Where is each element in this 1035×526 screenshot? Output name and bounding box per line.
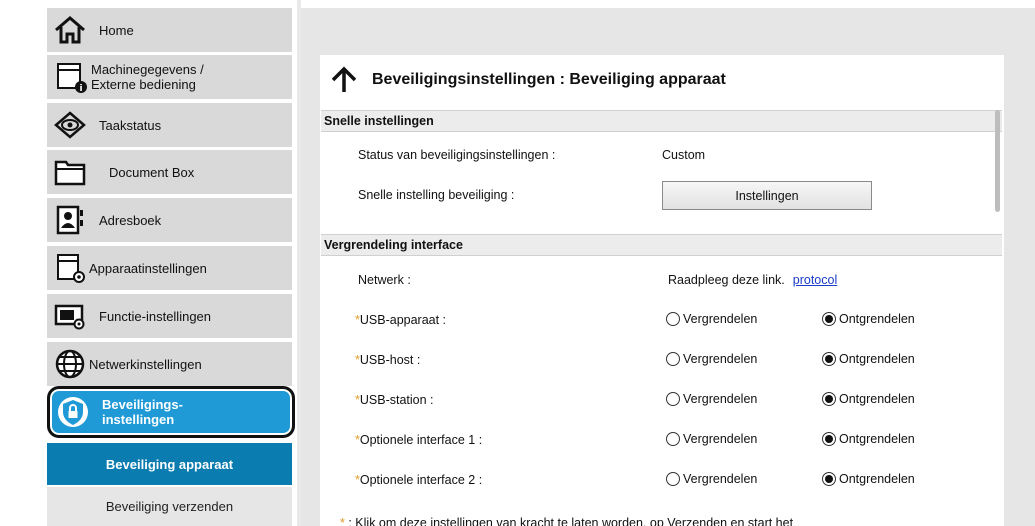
interface-row-text: USB-station :: [359, 393, 434, 407]
network-hint-text: Raadpleeg deze link.: [668, 273, 785, 287]
radio-circle[interactable]: [822, 472, 836, 486]
sidebar-item-label: Beveiligings-instellingen: [102, 397, 183, 427]
radio-label: Vergrendelen: [683, 432, 758, 446]
radio-label: Vergrendelen: [683, 312, 758, 326]
radio-lock[interactable]: Vergrendelen: [666, 312, 757, 326]
radio-unlock[interactable]: Ontgrendelen: [822, 432, 915, 446]
home-icon: [51, 12, 89, 48]
sidebar-item-home[interactable]: Home: [47, 8, 292, 52]
interface-row-text: Optionele interface 1 :: [359, 433, 483, 447]
required-marker: *: [340, 516, 345, 526]
radio-circle[interactable]: [822, 432, 836, 446]
interface-row-text: USB-host :: [359, 353, 421, 367]
scrollbar-thumb[interactable]: [995, 110, 1000, 212]
interface-row-label: *Optionele interface 2 :: [355, 473, 482, 487]
arrow-up-icon[interactable]: [330, 66, 358, 94]
interface-row-label: *USB-apparaat :: [355, 313, 446, 327]
security-status-value: Custom: [662, 148, 706, 162]
sidebar-item-device-settings[interactable]: Apparaatinstellingen: [47, 246, 292, 290]
radio-lock[interactable]: Vergrendelen: [666, 432, 757, 446]
radio-circle[interactable]: [822, 312, 836, 326]
sidebar-subitem-device-security[interactable]: Beveiliging apparaat: [47, 443, 292, 485]
radio-unlock[interactable]: Ontgrendelen: [822, 352, 915, 366]
sidebar-item-network-settings[interactable]: Netwerkinstellingen: [47, 342, 292, 386]
sidebar-item-label: Adresboek: [99, 212, 162, 228]
radio-label: Vergrendelen: [683, 472, 758, 486]
interface-row-text: Optionele interface 2 :: [359, 473, 483, 487]
interface-row-text: USB-apparaat :: [359, 313, 447, 327]
radio-circle[interactable]: [666, 312, 680, 326]
address-book-icon: [51, 202, 89, 238]
function-settings-icon: [51, 298, 89, 334]
radio-lock[interactable]: Vergrendelen: [666, 352, 757, 366]
radio-circle[interactable]: [822, 392, 836, 406]
globe-icon: [51, 346, 89, 382]
eye-icon: [51, 107, 89, 143]
radio-label: Ontgrendelen: [839, 472, 915, 486]
radio-lock[interactable]: Vergrendelen: [666, 472, 757, 486]
interface-row-label: *Optionele interface 1 :: [355, 433, 482, 447]
sidebar-item-label: Functie-instellingen: [99, 308, 212, 324]
sidebar-item-label: Machinegegevens / Externe bediening: [91, 62, 204, 92]
radio-label: Vergrendelen: [683, 392, 758, 406]
radio-label: Ontgrendelen: [839, 312, 915, 326]
radio-circle[interactable]: [666, 472, 680, 486]
sidebar-item-document-box[interactable]: Document Box: [47, 150, 292, 194]
settings-button[interactable]: Instellingen: [662, 181, 872, 210]
radio-circle[interactable]: [822, 352, 836, 366]
sidebar-item-label: Apparaatinstellingen: [89, 260, 207, 276]
section-header-interface-lock: Vergrendeling interface: [321, 234, 1002, 256]
sidebar-subitem-send-security[interactable]: Beveiliging verzenden: [47, 487, 292, 526]
radio-label: Ontgrendelen: [839, 432, 915, 446]
sidebar-item-security-settings[interactable]: Beveiligings-instellingen: [47, 386, 295, 438]
quick-security-label: Snelle instelling beveiliging :: [358, 188, 515, 202]
sidebar: Home i Machinegegevens / Externe bedienin…: [0, 0, 297, 526]
sidebar-item-label: Netwerkinstellingen: [89, 356, 202, 372]
radio-label: Ontgrendelen: [839, 392, 915, 406]
shield-lock-icon: [54, 394, 92, 430]
sidebar-item-job-status[interactable]: Taakstatus: [47, 103, 292, 147]
radio-label: Vergrendelen: [683, 352, 758, 366]
security-status-label: Status van beveiligingsinstellingen :: [358, 148, 556, 162]
sidebar-item-label: Home: [99, 22, 134, 38]
machine-info-icon: i: [51, 59, 89, 95]
section-header-quick-settings: Snelle instellingen: [321, 110, 1002, 132]
page-header: Beveiligingsinstellingen : Beveiliging a…: [330, 62, 726, 98]
svg-text:i: i: [79, 84, 82, 94]
radio-label: Ontgrendelen: [839, 352, 915, 366]
radio-unlock[interactable]: Ontgrendelen: [822, 392, 915, 406]
radio-circle[interactable]: [666, 432, 680, 446]
page-title: Beveiligingsinstellingen : Beveiliging a…: [372, 71, 726, 88]
sidebar-item-label: Document Box: [109, 164, 195, 180]
network-label: Netwerk :: [358, 273, 411, 287]
sidebar-item-function-settings[interactable]: Functie-instellingen: [47, 294, 292, 338]
network-value: Raadpleeg deze link. protocol: [668, 273, 837, 287]
footnote-text: Klik om deze instellingen van kracht te …: [355, 516, 794, 526]
radio-circle[interactable]: [666, 392, 680, 406]
sidebar-item-address-book[interactable]: Adresboek: [47, 198, 292, 242]
protocol-link[interactable]: protocol: [793, 273, 837, 287]
device-settings-icon: [51, 250, 89, 286]
sidebar-item-label: Taakstatus: [99, 117, 162, 133]
radio-unlock[interactable]: Ontgrendelen: [822, 472, 915, 486]
footnote: * : Klik om deze instellingen van kracht…: [340, 516, 793, 526]
interface-row-label: *USB-station :: [355, 393, 434, 407]
radio-lock[interactable]: Vergrendelen: [666, 392, 757, 406]
interface-row-label: *USB-host :: [355, 353, 420, 367]
radio-circle[interactable]: [666, 352, 680, 366]
sidebar-item-machine-info[interactable]: i Machinegegevens / Externe bediening: [47, 55, 292, 99]
radio-unlock[interactable]: Ontgrendelen: [822, 312, 915, 326]
folder-icon: [51, 154, 89, 190]
